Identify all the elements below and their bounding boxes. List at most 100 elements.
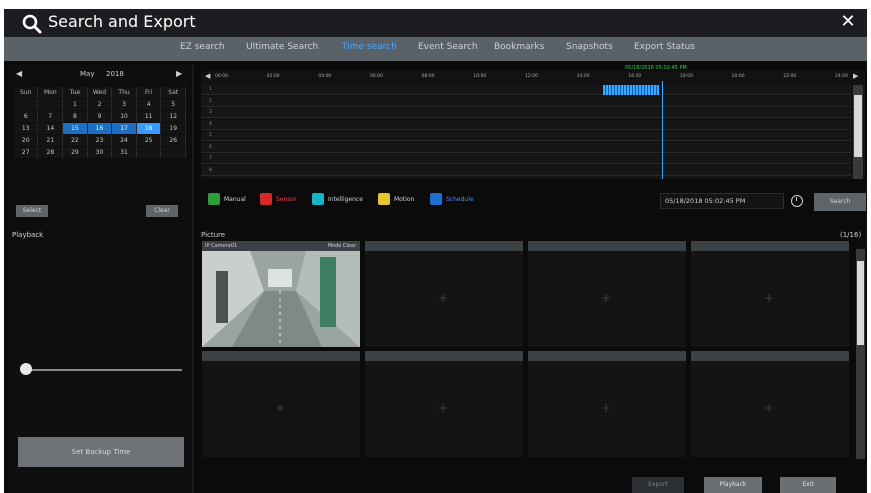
next-month-icon[interactable]: ▶ <box>176 69 182 78</box>
calendar-day[interactable]: 7 <box>38 111 64 122</box>
calendar-day[interactable]: 29 <box>63 147 88 158</box>
legend-motion: Motion <box>378 193 414 205</box>
add-camera-icon[interactable]: + <box>764 401 774 415</box>
recording-segment[interactable] <box>603 85 659 95</box>
calendar-day[interactable]: 3 <box>112 99 137 110</box>
select-button[interactable]: Select <box>16 205 48 217</box>
timeline-tick-label: 06:00 <box>370 74 383 79</box>
calendar-day[interactable]: 22 <box>63 135 88 146</box>
add-camera-icon[interactable]: + <box>601 291 611 305</box>
calendar-day[interactable]: 1 <box>63 99 88 110</box>
set-backup-time-button[interactable]: Set Backup Time <box>18 437 184 467</box>
calendar-day[interactable]: 18 <box>136 123 162 134</box>
tab-time-search[interactable]: Time search <box>342 42 397 52</box>
tab-export-status[interactable]: Export Status <box>634 42 695 52</box>
timeline-channel-row[interactable]: 7 <box>201 154 851 164</box>
calendar-day[interactable]: 19 <box>161 123 186 134</box>
calendar-day[interactable]: 21 <box>38 135 64 146</box>
record-type-legend: Manual Sensor Intelligence Motion Schedule <box>208 193 688 209</box>
timeline-tick-label: 12:00 <box>525 74 538 79</box>
tab-ez-search[interactable]: EZ search <box>180 42 225 52</box>
calendar-day[interactable]: 24 <box>112 135 137 146</box>
calendar-day[interactable]: 6 <box>14 111 39 122</box>
add-camera-icon[interactable]: + <box>601 401 611 415</box>
exit-button[interactable]: Exit <box>780 477 836 493</box>
timeline-channel-row[interactable]: 6 <box>201 142 851 153</box>
playback-button[interactable]: Playback <box>704 477 762 493</box>
calendar-empty-cell <box>14 99 39 110</box>
calendar-empty-cell <box>161 147 186 158</box>
calendar-day[interactable]: 23 <box>87 135 113 146</box>
tab-ultimate-search[interactable]: Ultimate Search <box>246 42 318 52</box>
picture-thumbnail[interactable]: + <box>365 241 523 347</box>
timeline-scrollbar[interactable] <box>853 85 863 179</box>
calendar-day[interactable]: 27 <box>14 147 39 158</box>
calendar-day[interactable]: 5 <box>161 99 186 110</box>
calendar-day[interactable]: 9 <box>87 111 113 122</box>
picture-thumbnail[interactable]: + <box>691 351 849 457</box>
clear-button[interactable]: Clear <box>146 205 178 217</box>
calendar-day[interactable]: 12 <box>161 111 186 122</box>
export-button[interactable]: Export <box>632 477 684 493</box>
calendar-day[interactable]: 30 <box>87 147 113 158</box>
picture-thumbnail[interactable]: + <box>691 241 849 347</box>
magnifier-icon <box>22 14 42 34</box>
playback-slider-knob[interactable] <box>20 363 32 375</box>
thumbnail-header: IP Camera01 Mode Clear <box>202 241 360 251</box>
calendar-day[interactable]: 20 <box>14 135 39 146</box>
timeline-channel-row[interactable]: 8 <box>201 165 851 176</box>
picture-thumbnail[interactable]: IP Camera01 Mode Clear <box>202 241 360 347</box>
calendar-empty-cell <box>136 147 162 158</box>
calendar-day[interactable]: 28 <box>38 147 64 158</box>
search-button[interactable]: Search <box>814 193 866 211</box>
calendar-day[interactable]: 15 <box>63 123 88 134</box>
schedule-icon <box>430 193 442 205</box>
timeline-channel-row[interactable]: 1 <box>201 85 851 95</box>
calendar-day[interactable]: 16 <box>87 123 113 134</box>
tab-event-search[interactable]: Event Search <box>418 42 478 52</box>
playback-slider-track[interactable] <box>26 369 182 371</box>
window-title: Search and Export <box>48 12 196 31</box>
timeline-channel-row[interactable]: 5 <box>201 131 851 141</box>
picture-thumbnail[interactable]: + <box>528 351 686 457</box>
timeline-prev-icon[interactable]: ◀ <box>205 72 210 80</box>
add-camera-icon[interactable]: + <box>275 401 285 415</box>
datetime-field[interactable]: 05/18/2018 05:02:45 PM <box>660 193 784 209</box>
calendar-day[interactable]: 11 <box>136 111 162 122</box>
calendar-day[interactable]: 2 <box>87 99 113 110</box>
close-icon[interactable]: ✕ <box>839 13 857 31</box>
tab-snapshots[interactable]: Snapshots <box>566 42 613 52</box>
tab-bookmarks[interactable]: Bookmarks <box>494 42 544 52</box>
timeline-next-icon[interactable]: ▶ <box>853 72 858 80</box>
picture-thumbnail[interactable]: + <box>365 351 523 457</box>
add-camera-icon[interactable]: + <box>438 401 448 415</box>
timeline-tick-label: 08:00 <box>421 74 435 79</box>
calendar-day[interactable]: 10 <box>112 111 137 122</box>
calendar-day[interactable]: 4 <box>136 99 162 110</box>
calendar-day[interactable]: 8 <box>63 111 88 122</box>
add-camera-icon[interactable]: + <box>438 291 448 305</box>
calendar-day[interactable]: 13 <box>14 123 39 134</box>
picture-scrollbar[interactable] <box>856 249 865 459</box>
add-camera-icon[interactable]: + <box>764 291 774 305</box>
picture-thumbnail[interactable]: + <box>528 241 686 347</box>
picture-thumbnail[interactable]: + <box>202 351 360 457</box>
calendar-day[interactable]: 31 <box>112 147 137 158</box>
thumbnail-header <box>202 351 360 361</box>
prev-month-icon[interactable]: ◀ <box>16 69 22 78</box>
calendar-day[interactable]: 25 <box>136 135 162 146</box>
calendar-day[interactable]: 26 <box>161 135 186 146</box>
timeline-channel-row[interactable]: 2 <box>201 96 851 107</box>
legend-manual: Manual <box>208 193 246 205</box>
timeline-channel-row[interactable]: 4 <box>201 119 851 130</box>
timeline-scroll-thumb[interactable] <box>854 95 862 157</box>
timeline-channel-row[interactable]: 3 <box>201 108 851 118</box>
calendar-day[interactable]: 17 <box>112 123 137 134</box>
calendar-grid: Sun Mon Tue Wed Thu Fri Sat 1 2 3 4 5 6 7 8 9 10 11 12 13 1… <box>14 87 186 159</box>
calendar-day[interactable]: 14 <box>38 123 64 134</box>
clock-icon[interactable] <box>791 195 803 207</box>
picture-scroll-thumb[interactable] <box>857 261 864 345</box>
channel-number: 1 <box>209 87 212 92</box>
timeline-cursor[interactable] <box>662 81 663 179</box>
timeline[interactable]: ◀ ▶ 05/18/2018 05:02:45 PM 00:00 02:00 04:… <box>201 65 865 179</box>
